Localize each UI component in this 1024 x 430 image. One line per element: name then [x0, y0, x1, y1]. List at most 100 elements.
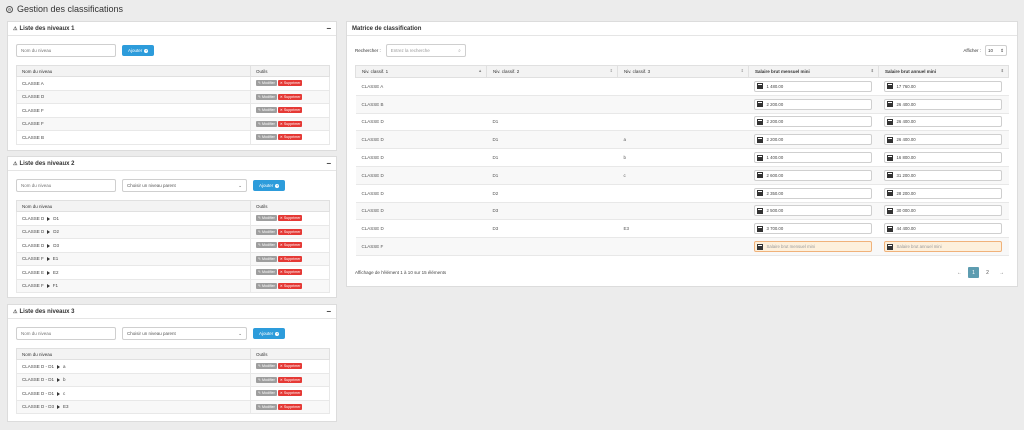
- annual-salary-input[interactable]: 26 400.00: [884, 98, 1003, 110]
- pencil-icon: ✎: [258, 364, 262, 369]
- page-size-select[interactable]: 10 ⇕: [985, 45, 1007, 56]
- edit-button[interactable]: ✎ Modifier: [256, 107, 277, 114]
- level-name: CLASSE F F1: [16, 278, 251, 293]
- chevron-down-icon: ⌄: [238, 330, 242, 336]
- page-button[interactable]: 2: [982, 267, 993, 278]
- delete-button[interactable]: ✕ Supprimer: [277, 242, 303, 249]
- edit-button[interactable]: ✎ Modifier: [256, 282, 277, 289]
- close-icon: ✕: [279, 404, 283, 409]
- edit-button[interactable]: ✎ Modifier: [256, 269, 277, 276]
- delete-button[interactable]: ✕ Supprimer: [277, 255, 303, 262]
- edit-button[interactable]: ✎ Modifier: [256, 215, 277, 222]
- annual-salary-input[interactable]: 17 760.00: [884, 80, 1003, 92]
- level1-name-input[interactable]: [16, 44, 116, 57]
- level2-title: Liste des niveaux 2: [19, 160, 75, 167]
- matrix-header: Matrice de classification: [347, 22, 1017, 36]
- collapse-icon[interactable]: −: [326, 24, 331, 33]
- level3-add-button[interactable]: Ajouter +: [253, 328, 286, 339]
- annual-cell: 26 400.00: [878, 130, 1009, 150]
- monthly-salary-input[interactable]: 1 480.00: [754, 80, 873, 92]
- annual-cell: 26 400.00: [878, 94, 1009, 114]
- edit-button[interactable]: ✎ Modifier: [256, 120, 277, 127]
- edit-button[interactable]: ✎ Modifier: [256, 134, 277, 141]
- classif3-cell: [617, 112, 749, 132]
- edit-button[interactable]: ✎ Modifier: [256, 228, 277, 235]
- edit-button[interactable]: ✎ Modifier: [256, 363, 277, 370]
- edit-button[interactable]: ✎ Modifier: [256, 255, 277, 262]
- column-header[interactable]: Niv. classif. 2 ⇕: [486, 65, 619, 78]
- annual-salary-input[interactable]: 26 400.00: [884, 134, 1003, 146]
- column-header[interactable]: Niv. classif. 3 ⇕: [617, 65, 749, 78]
- level3-parent-select[interactable]: Choisir un niveau parent ⌄: [122, 327, 247, 340]
- parent-name: CLASSE D: [22, 215, 45, 221]
- delete-button[interactable]: ✕ Supprimer: [277, 107, 303, 114]
- delete-button[interactable]: ✕ Supprimer: [277, 363, 303, 370]
- child-name: E1: [52, 256, 59, 262]
- level3-name-input[interactable]: [16, 327, 116, 340]
- delete-button[interactable]: ✕ Supprimer: [277, 93, 303, 100]
- parent-name: CLASSE D: [22, 242, 45, 248]
- level2-parent-select[interactable]: Choisir un niveau parent ⌄: [122, 179, 247, 192]
- monthly-salary-input[interactable]: 2 600.00: [754, 169, 873, 181]
- delete-label: Supprimer: [283, 391, 301, 396]
- table-row: CLASSE D - D3 E3 ✎ Modifier ✕ Supprimer: [16, 399, 330, 414]
- annual-salary-input[interactable]: 16 800.00: [884, 152, 1003, 164]
- classif3-cell: a: [617, 130, 749, 150]
- classif2-cell: D3: [486, 219, 618, 239]
- annual-salary-input[interactable]: 28 200.00: [884, 187, 1003, 199]
- collapse-icon[interactable]: −: [326, 159, 331, 168]
- delete-button[interactable]: ✕ Supprimer: [277, 120, 303, 127]
- col-name: Nom du niveau: [16, 65, 251, 77]
- level2-add-button[interactable]: Ajouter +: [253, 180, 286, 191]
- column-header[interactable]: Salaire brut annuel mini ⇕: [877, 65, 1010, 78]
- delete-button[interactable]: ✕ Supprimer: [277, 403, 303, 410]
- show-label: Afficher :: [963, 48, 981, 53]
- edit-button[interactable]: ✎ Modifier: [256, 403, 277, 410]
- annual-salary-input[interactable]: Salaire brut annuel mini: [884, 241, 1003, 253]
- edit-button[interactable]: ✎ Modifier: [256, 376, 277, 383]
- monthly-salary-input[interactable]: 2 200.00: [754, 134, 873, 146]
- table-row: CLASSE D - D1 b ✎ Modifier ✕ Supprimer: [16, 372, 330, 387]
- delete-button[interactable]: ✕ Supprimer: [277, 134, 303, 141]
- table-row: CLASSE A ✎ Modifier ✕ Supprimer: [16, 76, 330, 91]
- column-header[interactable]: Salaire brut mensuel mini ⇕: [747, 65, 879, 78]
- next-page-button[interactable]: →: [996, 267, 1007, 278]
- annual-salary-input[interactable]: 26 400.00: [884, 116, 1003, 128]
- column-header[interactable]: Niv. classif. 1 ▲: [354, 65, 488, 78]
- collapse-icon[interactable]: −: [326, 307, 331, 316]
- delete-button[interactable]: ✕ Supprimer: [277, 215, 303, 222]
- search-input[interactable]: Entrez la recherche ⌕: [385, 44, 466, 57]
- monthly-salary-input[interactable]: 3 700.00: [754, 223, 873, 235]
- monthly-salary-value: 2 200.00: [766, 101, 784, 107]
- edit-button[interactable]: ✎ Modifier: [256, 242, 277, 249]
- pencil-icon: ✎: [258, 216, 262, 221]
- monthly-salary-input[interactable]: 1 400.00: [754, 152, 873, 164]
- monthly-salary-input[interactable]: 2 200.00: [754, 98, 873, 110]
- edit-button[interactable]: ✎ Modifier: [256, 80, 277, 87]
- delete-button[interactable]: ✕ Supprimer: [277, 228, 303, 235]
- monthly-salary-input[interactable]: Salaire brut mensuel mini: [754, 241, 873, 253]
- pencil-icon: ✎: [258, 229, 262, 234]
- classif2-cell: [486, 77, 618, 96]
- delete-button[interactable]: ✕ Supprimer: [277, 80, 303, 87]
- delete-button[interactable]: ✕ Supprimer: [277, 282, 303, 289]
- annual-salary-input[interactable]: 30 000.00: [884, 205, 1003, 217]
- prev-page-button[interactable]: ←: [954, 267, 965, 278]
- monthly-salary-input[interactable]: 2 200.00: [754, 116, 873, 128]
- annual-salary-input[interactable]: 44 400.00: [884, 223, 1003, 235]
- edit-button[interactable]: ✎ Modifier: [256, 390, 277, 397]
- level1-add-button[interactable]: Ajouter +: [122, 45, 155, 56]
- delete-label: Supprimer: [283, 135, 301, 140]
- monthly-salary-input[interactable]: 2 350.00: [754, 187, 873, 199]
- delete-button[interactable]: ✕ Supprimer: [277, 376, 303, 383]
- edit-button[interactable]: ✎ Modifier: [256, 93, 277, 100]
- monthly-salary-input[interactable]: 2 500.00: [754, 205, 873, 217]
- page-button[interactable]: 1: [968, 267, 979, 278]
- caret-right-icon: [47, 270, 51, 275]
- pencil-icon: ✎: [258, 256, 262, 261]
- level2-name-input[interactable]: [16, 179, 116, 192]
- delete-button[interactable]: ✕ Supprimer: [277, 269, 303, 276]
- edit-label: Modifier: [262, 243, 275, 248]
- delete-button[interactable]: ✕ Supprimer: [277, 390, 303, 397]
- annual-salary-input[interactable]: 31 200.00: [884, 169, 1003, 181]
